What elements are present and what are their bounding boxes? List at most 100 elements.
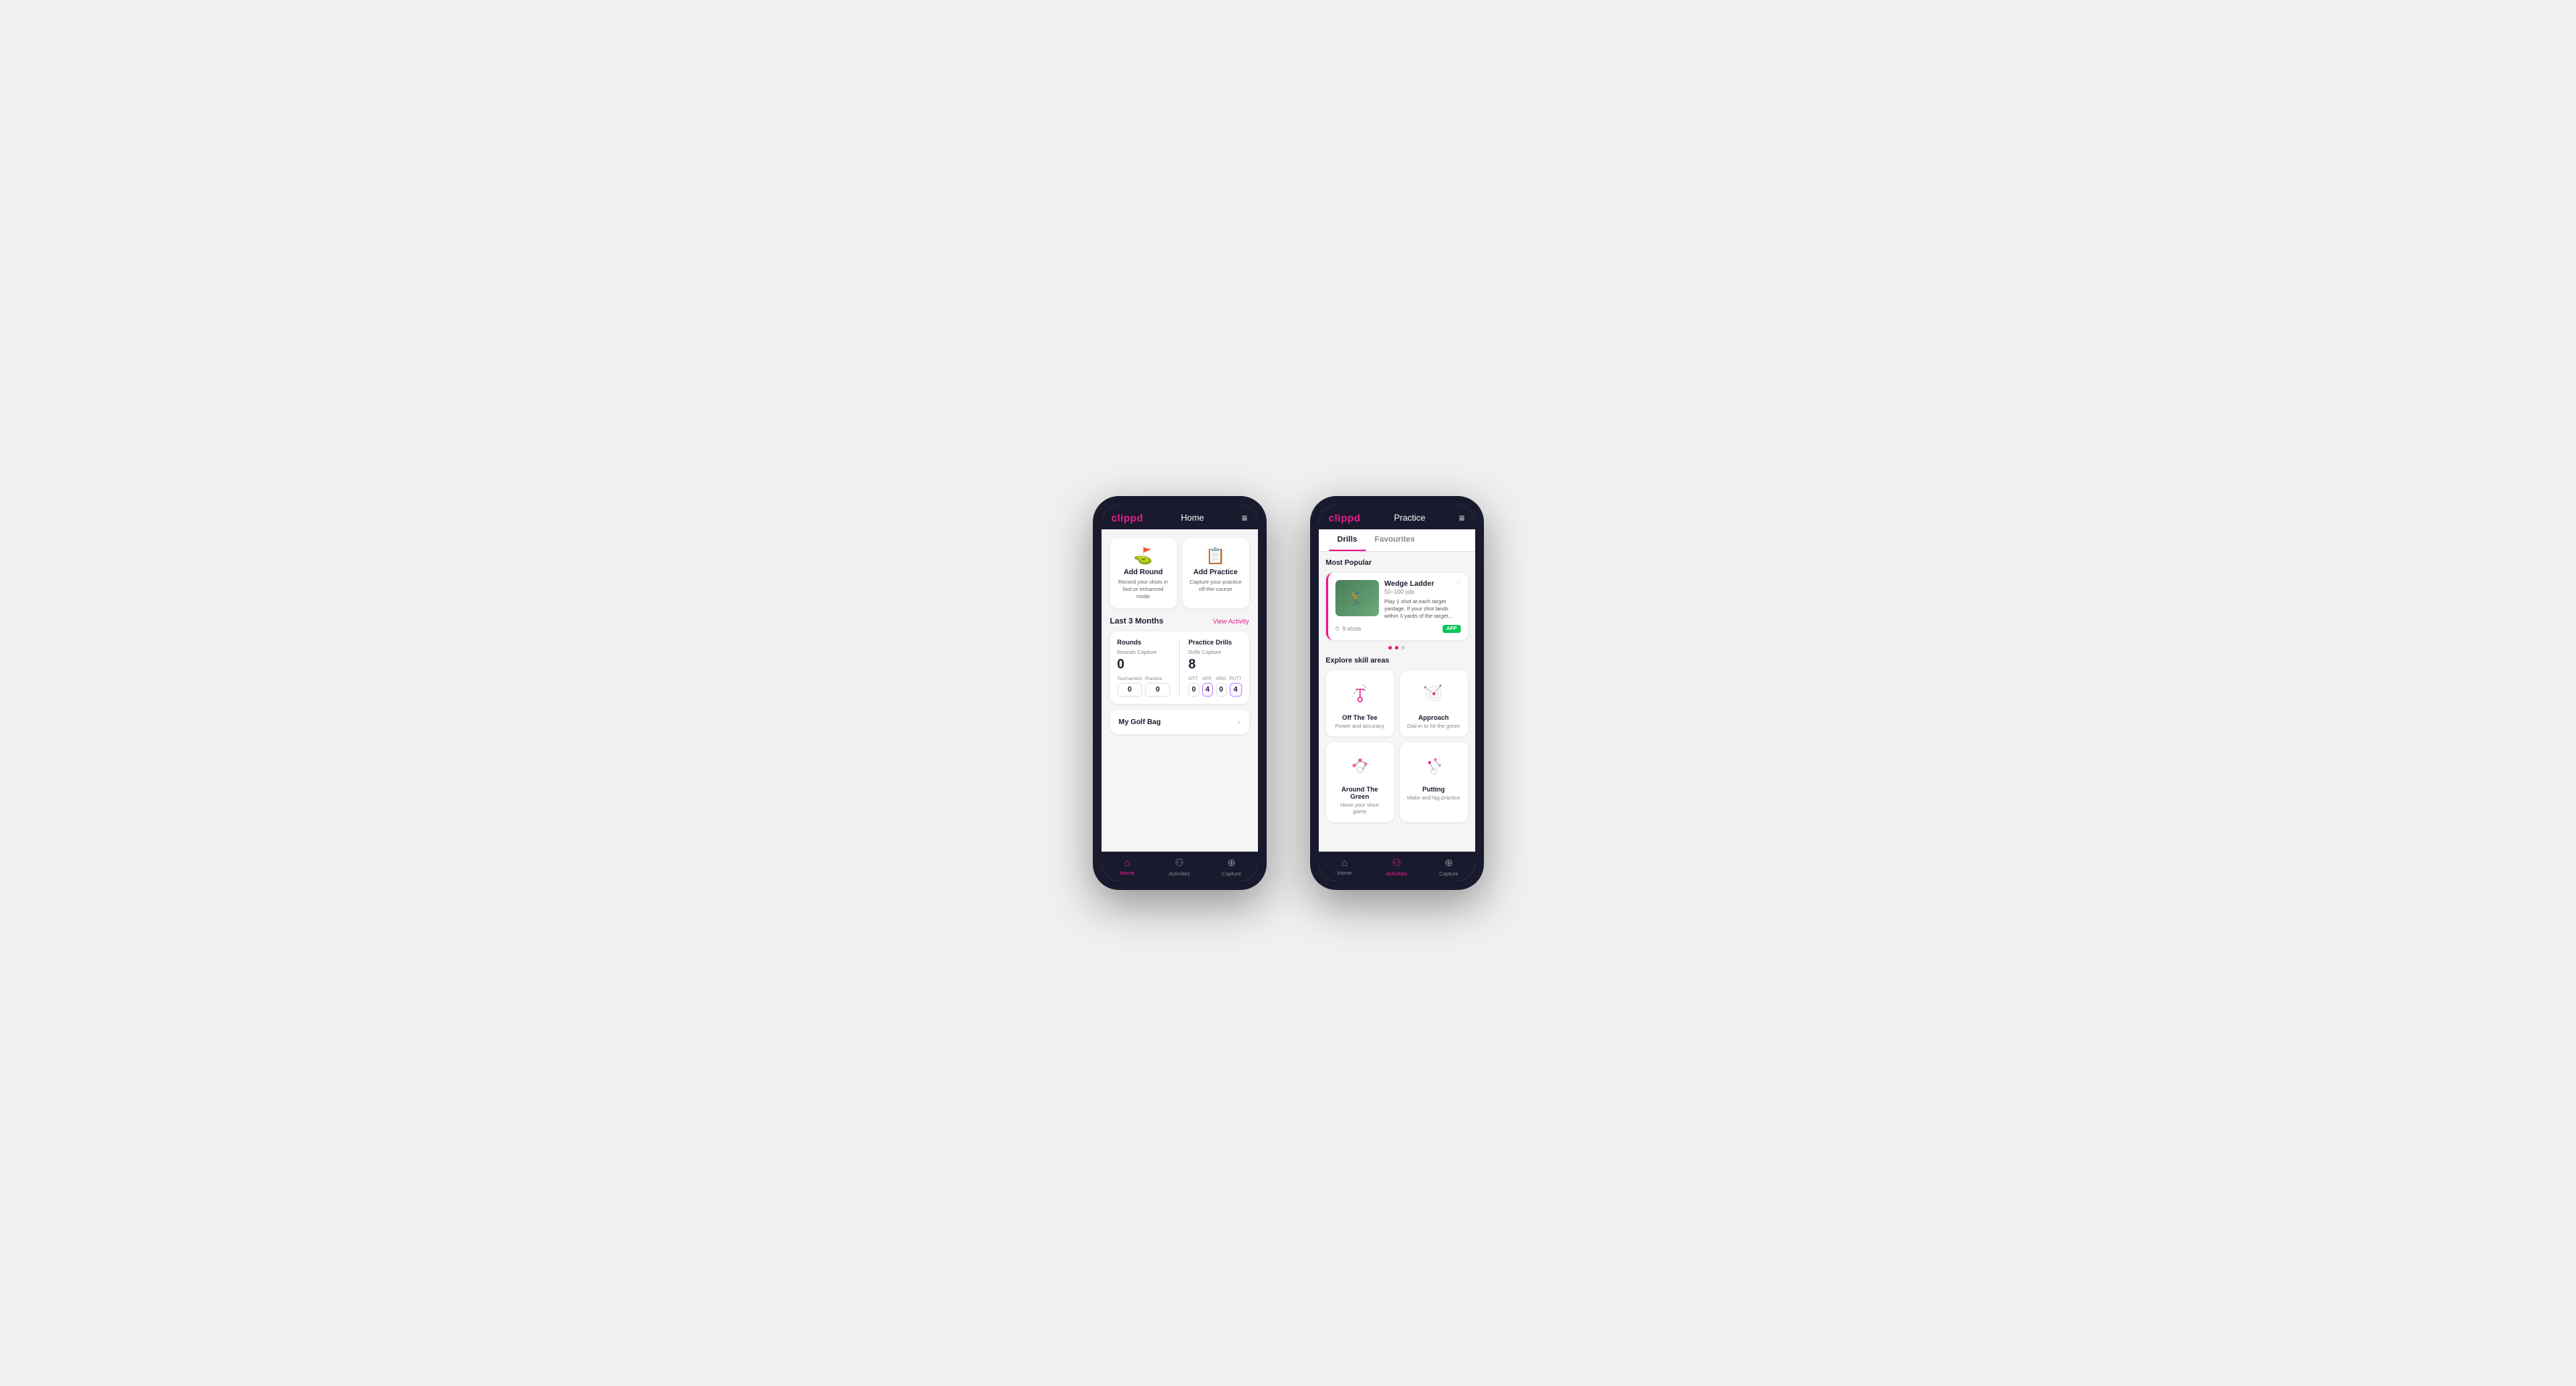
practice-activities-icon: ⚇: [1392, 857, 1401, 869]
practice-tabs: Drills Favourites: [1319, 529, 1475, 552]
practice-stat: Practice 0: [1145, 676, 1170, 697]
star-icon[interactable]: ☆: [1456, 579, 1462, 587]
drills-col: Practice Drills Drills Capture 8 OTT 0 A…: [1188, 639, 1242, 697]
putt-label: PUTT: [1230, 676, 1242, 681]
practice-page-title: Practice: [1394, 513, 1425, 523]
putt-value: 4: [1230, 683, 1242, 697]
add-round-icon: ⛳: [1116, 547, 1171, 566]
practice-home-icon: ⌂: [1341, 857, 1347, 868]
stats-card: Rounds Rounds Capture 0 Tournament 0 Pra…: [1110, 631, 1249, 704]
practice-menu-icon[interactable]: ≡: [1459, 512, 1464, 524]
golf-bag-label: My Golf Bag: [1119, 718, 1161, 726]
app-value: 4: [1202, 683, 1213, 697]
ott-value: 0: [1188, 683, 1199, 697]
putting-icon: [1418, 749, 1450, 781]
add-round-desc: Record your shots in fast or enhanced mo…: [1116, 579, 1171, 600]
drills-capture-value: 8: [1188, 657, 1242, 672]
drills-title: Practice Drills: [1188, 639, 1242, 646]
tab-drills[interactable]: Drills: [1329, 529, 1367, 551]
practice-nav-capture[interactable]: ⊕ Capture: [1423, 852, 1475, 881]
tournament-stat: Tournament 0: [1117, 676, 1143, 697]
off-the-tee-icon: [1344, 678, 1376, 710]
skill-card-off-the-tee[interactable]: Off The Tee Power and accuracy: [1326, 671, 1394, 736]
ott-stat: OTT 0: [1188, 676, 1199, 697]
rounds-capture-label: Rounds Capture: [1117, 649, 1171, 655]
drills-capture-label: Drills Capture: [1188, 649, 1242, 655]
practice-header: clippd Practice ≡: [1319, 505, 1475, 529]
rounds-capture-value: 0: [1117, 657, 1171, 672]
arg-label: ARG: [1216, 676, 1227, 681]
atg-name: Around The Green: [1333, 786, 1387, 800]
dot-3: [1401, 646, 1405, 650]
drill-title: Wedge Ladder: [1385, 580, 1461, 588]
rounds-title: Rounds: [1117, 639, 1171, 646]
practice-value: 0: [1145, 683, 1170, 697]
carousel-dots: [1326, 646, 1468, 650]
app-label: APP: [1202, 676, 1213, 681]
add-round-title: Add Round: [1116, 568, 1171, 576]
home-header: clippd Home ≡: [1102, 505, 1258, 529]
activities-nav-label: Activities: [1169, 870, 1191, 877]
menu-icon[interactable]: ≡: [1241, 512, 1247, 524]
drill-thumb-img: 🏌: [1335, 580, 1379, 616]
rounds-col: Rounds Rounds Capture 0 Tournament 0 Pra…: [1117, 639, 1171, 697]
golf-bag-row[interactable]: My Golf Bag ›: [1110, 710, 1249, 734]
atg-icon: [1344, 749, 1376, 781]
practice-label: Practice: [1145, 676, 1170, 681]
drill-subtitle: 50–100 yds: [1385, 589, 1461, 595]
capture-nav-icon: ⊕: [1228, 857, 1236, 869]
clock-icon: ⏱: [1335, 626, 1340, 633]
activity-section-header: Last 3 Months View Activity: [1110, 617, 1249, 626]
golf-bag-chevron: ›: [1238, 717, 1241, 727]
add-practice-desc: Capture your practice off-the-course: [1188, 579, 1243, 593]
drill-desc: Play 1 shot at each target yardage. If y…: [1385, 598, 1461, 619]
practice-bottom-nav: ⌂ Home ⚇ Activities ⊕ Capture: [1319, 852, 1475, 881]
add-practice-icon: 📋: [1188, 547, 1243, 566]
home-nav-icon: ⌂: [1124, 857, 1130, 868]
drill-footer: ⏱ 9 shots APP: [1335, 625, 1461, 633]
phone-home: clippd Home ≡ ⛳ Add Round Record your sh…: [1093, 496, 1267, 890]
putt-stat: PUTT 4: [1230, 676, 1242, 697]
approach-name: Approach: [1407, 714, 1461, 721]
add-practice-card[interactable]: 📋 Add Practice Capture your practice off…: [1183, 538, 1249, 608]
page-title: Home: [1181, 513, 1204, 523]
shots-info: ⏱ 9 shots: [1335, 626, 1362, 633]
drill-thumbnail: 🏌: [1335, 580, 1379, 616]
dot-1: [1388, 646, 1392, 650]
practice-nav-activities[interactable]: ⚇ Activities: [1371, 852, 1423, 881]
ott-label: OTT: [1188, 676, 1199, 681]
off-the-tee-desc: Power and accuracy: [1333, 723, 1387, 729]
practice-logo: clippd: [1329, 512, 1361, 524]
dot-2: [1395, 646, 1398, 650]
home-content: ⛳ Add Round Record your shots in fast or…: [1102, 529, 1258, 852]
activities-nav-icon: ⚇: [1175, 857, 1184, 869]
practice-nav-home[interactable]: ⌂ Home: [1319, 852, 1371, 881]
practice-capture-label: Capture: [1439, 870, 1459, 877]
app-badge: APP: [1443, 625, 1460, 633]
tournament-label: Tournament: [1117, 676, 1143, 681]
nav-home[interactable]: ⌂ Home: [1102, 852, 1154, 881]
featured-drill-card[interactable]: ☆ 🏌 Wedge Ladder 50–100 yds Play 1 shot …: [1326, 573, 1468, 640]
putting-desc: Make and lag practice: [1407, 794, 1461, 801]
shots-count: 9 shots: [1343, 626, 1362, 632]
arg-stat: ARG 0: [1216, 676, 1227, 697]
activity-section-title: Last 3 Months: [1110, 617, 1164, 626]
skill-card-atg[interactable]: Around The Green Hone your short game: [1326, 742, 1394, 822]
skill-grid: Off The Tee Power and accuracy: [1326, 671, 1468, 822]
add-round-card[interactable]: ⛳ Add Round Record your shots in fast or…: [1110, 538, 1177, 608]
app-stat: APP 4: [1202, 676, 1213, 697]
tab-favourites[interactable]: Favourites: [1366, 529, 1424, 551]
skill-card-putting[interactable]: Putting Make and lag practice: [1400, 742, 1468, 822]
practice-home-label: Home: [1337, 870, 1351, 876]
home-nav-label: Home: [1120, 870, 1134, 876]
nav-activities[interactable]: ⚇ Activities: [1154, 852, 1206, 881]
phone-practice: clippd Practice ≡ Drills Favourites Most…: [1310, 496, 1484, 890]
skill-card-approach[interactable]: Approach Dial-in to hit the green: [1400, 671, 1468, 736]
add-practice-title: Add Practice: [1188, 568, 1243, 576]
tournament-value: 0: [1117, 683, 1143, 697]
logo: clippd: [1112, 512, 1144, 524]
explore-title: Explore skill areas: [1326, 657, 1468, 665]
nav-capture[interactable]: ⊕ Capture: [1206, 852, 1258, 881]
putting-name: Putting: [1407, 786, 1461, 793]
view-activity-link[interactable]: View Activity: [1213, 618, 1249, 625]
